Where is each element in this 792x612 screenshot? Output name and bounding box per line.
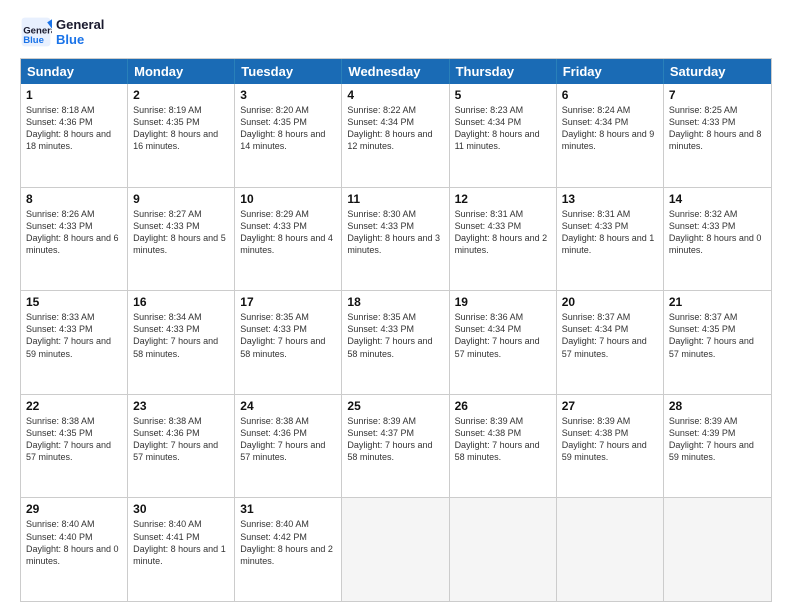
cal-cell-28: 28Sunrise: 8:39 AMSunset: 4:39 PMDayligh… <box>664 395 771 498</box>
cal-cell-1: 1Sunrise: 8:18 AMSunset: 4:36 PMDaylight… <box>21 84 128 187</box>
cal-cell-empty-4-4 <box>450 498 557 601</box>
cal-cell-27: 27Sunrise: 8:39 AMSunset: 4:38 PMDayligh… <box>557 395 664 498</box>
cal-cell-23: 23Sunrise: 8:38 AMSunset: 4:36 PMDayligh… <box>128 395 235 498</box>
cal-cell-21: 21Sunrise: 8:37 AMSunset: 4:35 PMDayligh… <box>664 291 771 394</box>
cal-cell-18: 18Sunrise: 8:35 AMSunset: 4:33 PMDayligh… <box>342 291 449 394</box>
calendar: Sunday Monday Tuesday Wednesday Thursday… <box>20 58 772 602</box>
cal-cell-empty-4-5 <box>557 498 664 601</box>
cal-cell-2: 2Sunrise: 8:19 AMSunset: 4:35 PMDaylight… <box>128 84 235 187</box>
header-wednesday: Wednesday <box>342 59 449 84</box>
logo-icon: General Blue <box>20 16 52 48</box>
cal-cell-8: 8Sunrise: 8:26 AMSunset: 4:33 PMDaylight… <box>21 188 128 291</box>
cal-row-4: 22Sunrise: 8:38 AMSunset: 4:35 PMDayligh… <box>21 395 771 499</box>
cal-cell-14: 14Sunrise: 8:32 AMSunset: 4:33 PMDayligh… <box>664 188 771 291</box>
cal-cell-19: 19Sunrise: 8:36 AMSunset: 4:34 PMDayligh… <box>450 291 557 394</box>
cal-cell-9: 9Sunrise: 8:27 AMSunset: 4:33 PMDaylight… <box>128 188 235 291</box>
svg-text:Blue: Blue <box>23 35 44 46</box>
header-tuesday: Tuesday <box>235 59 342 84</box>
header-monday: Monday <box>128 59 235 84</box>
header-friday: Friday <box>557 59 664 84</box>
cal-row-1: 1Sunrise: 8:18 AMSunset: 4:36 PMDaylight… <box>21 84 771 188</box>
cal-cell-29: 29Sunrise: 8:40 AMSunset: 4:40 PMDayligh… <box>21 498 128 601</box>
header-saturday: Saturday <box>664 59 771 84</box>
cal-cell-13: 13Sunrise: 8:31 AMSunset: 4:33 PMDayligh… <box>557 188 664 291</box>
header-sunday: Sunday <box>21 59 128 84</box>
cal-row-2: 8Sunrise: 8:26 AMSunset: 4:33 PMDaylight… <box>21 188 771 292</box>
cal-cell-empty-4-6 <box>664 498 771 601</box>
cal-cell-6: 6Sunrise: 8:24 AMSunset: 4:34 PMDaylight… <box>557 84 664 187</box>
header: General Blue General Blue <box>20 16 772 48</box>
cal-cell-17: 17Sunrise: 8:35 AMSunset: 4:33 PMDayligh… <box>235 291 342 394</box>
cal-cell-4: 4Sunrise: 8:22 AMSunset: 4:34 PMDaylight… <box>342 84 449 187</box>
header-thursday: Thursday <box>450 59 557 84</box>
cal-cell-31: 31Sunrise: 8:40 AMSunset: 4:42 PMDayligh… <box>235 498 342 601</box>
logo-text: General Blue <box>56 17 104 47</box>
cal-cell-12: 12Sunrise: 8:31 AMSunset: 4:33 PMDayligh… <box>450 188 557 291</box>
cal-cell-3: 3Sunrise: 8:20 AMSunset: 4:35 PMDaylight… <box>235 84 342 187</box>
calendar-body: 1Sunrise: 8:18 AMSunset: 4:36 PMDaylight… <box>21 84 771 601</box>
cal-row-3: 15Sunrise: 8:33 AMSunset: 4:33 PMDayligh… <box>21 291 771 395</box>
cal-cell-5: 5Sunrise: 8:23 AMSunset: 4:34 PMDaylight… <box>450 84 557 187</box>
cal-cell-16: 16Sunrise: 8:34 AMSunset: 4:33 PMDayligh… <box>128 291 235 394</box>
logo: General Blue General Blue <box>20 16 104 48</box>
calendar-header: Sunday Monday Tuesday Wednesday Thursday… <box>21 59 771 84</box>
cal-cell-24: 24Sunrise: 8:38 AMSunset: 4:36 PMDayligh… <box>235 395 342 498</box>
cal-cell-11: 11Sunrise: 8:30 AMSunset: 4:33 PMDayligh… <box>342 188 449 291</box>
cal-row-5: 29Sunrise: 8:40 AMSunset: 4:40 PMDayligh… <box>21 498 771 601</box>
cal-cell-25: 25Sunrise: 8:39 AMSunset: 4:37 PMDayligh… <box>342 395 449 498</box>
cal-cell-30: 30Sunrise: 8:40 AMSunset: 4:41 PMDayligh… <box>128 498 235 601</box>
cal-cell-15: 15Sunrise: 8:33 AMSunset: 4:33 PMDayligh… <box>21 291 128 394</box>
cal-cell-22: 22Sunrise: 8:38 AMSunset: 4:35 PMDayligh… <box>21 395 128 498</box>
cal-cell-7: 7Sunrise: 8:25 AMSunset: 4:33 PMDaylight… <box>664 84 771 187</box>
cal-cell-empty-4-3 <box>342 498 449 601</box>
page: General Blue General Blue Sunday Monday … <box>0 0 792 612</box>
cal-cell-20: 20Sunrise: 8:37 AMSunset: 4:34 PMDayligh… <box>557 291 664 394</box>
cal-cell-10: 10Sunrise: 8:29 AMSunset: 4:33 PMDayligh… <box>235 188 342 291</box>
cal-cell-26: 26Sunrise: 8:39 AMSunset: 4:38 PMDayligh… <box>450 395 557 498</box>
